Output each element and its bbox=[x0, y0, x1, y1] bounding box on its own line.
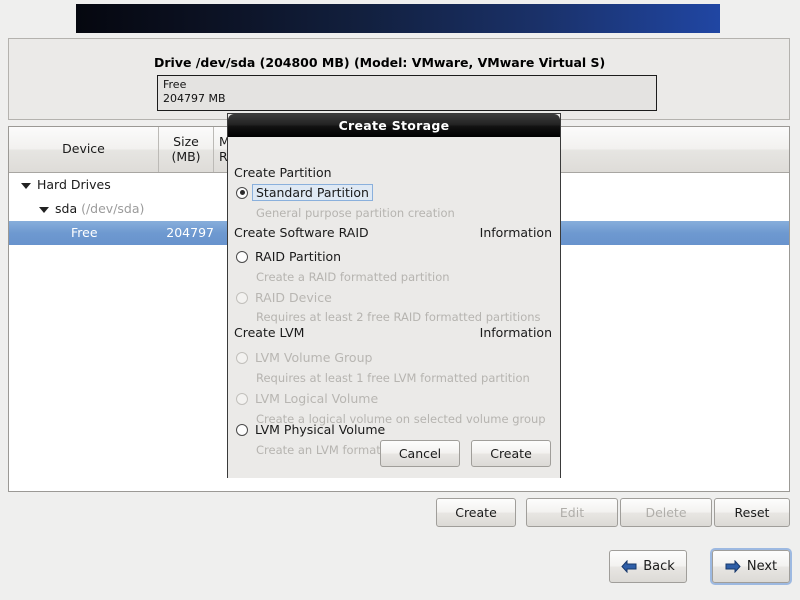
reset-button[interactable]: Reset bbox=[714, 498, 790, 527]
tree-node-sda[interactable]: sda (/dev/sda) bbox=[39, 197, 144, 221]
radio-label: LVM Physical Volume bbox=[255, 422, 386, 437]
wizard-navigation: Back Next bbox=[0, 550, 800, 594]
section-heading-create-lvm: Create LVM bbox=[234, 325, 305, 340]
next-button-label: Next bbox=[746, 559, 778, 574]
lvm-information-label[interactable]: Information bbox=[480, 325, 552, 340]
storage-action-buttons: Create Edit Delete Reset bbox=[8, 498, 790, 528]
drive-summary-panel: Drive /dev/sda (204800 MB) (Model: VMwar… bbox=[8, 38, 790, 120]
dialog-cancel-button[interactable]: Cancel bbox=[380, 440, 460, 467]
column-header-size-line2: (MB) bbox=[171, 148, 201, 164]
create-button[interactable]: Create bbox=[436, 498, 516, 527]
drive-segment-label: Free bbox=[163, 78, 187, 91]
dialog-create-button[interactable]: Create bbox=[471, 440, 551, 467]
section-heading-create-raid: Create Software RAID bbox=[234, 225, 369, 240]
arrow-left-icon bbox=[621, 559, 637, 574]
hint-lvm-volume-group: Requires at least 1 free LVM formatted p… bbox=[256, 371, 530, 385]
column-header-size[interactable]: Size (MB) bbox=[159, 127, 214, 172]
header-banner-gradient bbox=[76, 4, 720, 33]
radio-option-standard-partition[interactable]: Standard Partition bbox=[236, 184, 373, 201]
radio-icon[interactable] bbox=[236, 186, 248, 199]
tree-node-free: Free bbox=[71, 225, 98, 240]
arrow-right-icon bbox=[725, 559, 741, 574]
drive-segment-size: 204797 MB bbox=[163, 92, 226, 105]
tree-node-label: sda bbox=[55, 201, 78, 216]
create-storage-dialog: Create Storage Create Partition Standard… bbox=[227, 113, 561, 478]
radio-icon[interactable] bbox=[236, 250, 248, 263]
drive-title: Drive /dev/sda (204800 MB) (Model: VMwar… bbox=[154, 55, 606, 70]
column-header-device[interactable]: Device bbox=[9, 127, 159, 172]
next-button[interactable]: Next bbox=[712, 550, 790, 583]
dialog-title: Create Storage bbox=[228, 114, 560, 137]
radio-icon bbox=[236, 351, 248, 364]
radio-icon bbox=[236, 392, 248, 405]
hint-standard-partition: General purpose partition creation bbox=[256, 206, 455, 220]
tree-node-label: Hard Drives bbox=[37, 177, 111, 192]
radio-option-lvm-volume-group: LVM Volume Group bbox=[236, 350, 372, 365]
tree-node-hard-drives[interactable]: Hard Drives bbox=[21, 173, 111, 197]
radio-option-lvm-physical-volume[interactable]: LVM Physical Volume bbox=[236, 422, 385, 437]
radio-label: LVM Volume Group bbox=[255, 350, 373, 365]
tree-node-device-path: (/dev/sda) bbox=[81, 201, 145, 216]
chevron-down-icon[interactable] bbox=[39, 206, 49, 213]
column-header-size-line1: Size bbox=[173, 134, 199, 150]
hint-raid-device: Requires at least 2 free RAID formatted … bbox=[256, 310, 541, 324]
radio-label: RAID Device bbox=[255, 290, 332, 305]
raid-information-label[interactable]: Information bbox=[480, 225, 552, 240]
back-button[interactable]: Back bbox=[609, 550, 687, 583]
hint-raid-partition: Create a RAID formatted partition bbox=[256, 270, 450, 284]
radio-option-raid-partition[interactable]: RAID Partition bbox=[236, 249, 341, 264]
delete-button: Delete bbox=[620, 498, 712, 527]
radio-label: LVM Logical Volume bbox=[255, 391, 379, 406]
tree-node-size: 204797 bbox=[166, 225, 214, 240]
radio-option-lvm-logical-volume: LVM Logical Volume bbox=[236, 391, 378, 406]
banner-area bbox=[0, 0, 800, 38]
back-button-label: Back bbox=[643, 559, 675, 574]
chevron-down-icon[interactable] bbox=[21, 182, 31, 189]
radio-label: Standard Partition bbox=[252, 184, 373, 201]
section-heading-create-partition: Create Partition bbox=[234, 165, 332, 180]
drive-partition-bar[interactable]: Free 204797 MB bbox=[157, 75, 657, 111]
radio-icon bbox=[236, 291, 248, 304]
radio-icon[interactable] bbox=[236, 423, 248, 436]
edit-button: Edit bbox=[526, 498, 618, 527]
radio-option-raid-device: RAID Device bbox=[236, 290, 332, 305]
radio-label: RAID Partition bbox=[255, 249, 342, 264]
dialog-body: Create Partition Standard Partition Gene… bbox=[228, 137, 560, 478]
